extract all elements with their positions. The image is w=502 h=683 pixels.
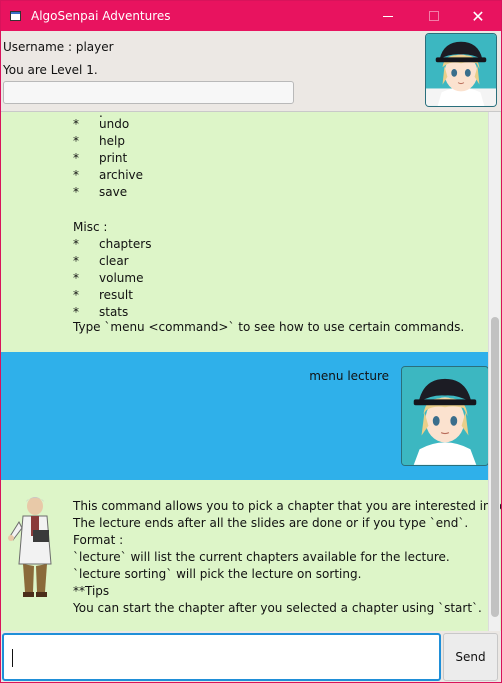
close-button[interactable]: ✕	[455, 1, 501, 31]
command-label: result	[99, 288, 133, 302]
text-caret	[12, 649, 13, 667]
bullet: *	[73, 288, 79, 302]
bullet: *	[73, 254, 79, 268]
level-label: You are Level 1.	[3, 63, 98, 77]
bot-message-row: This command allows you to pick a chapte…	[1, 480, 501, 631]
bot-message-command-list: . * undo * help * print * archive * save Misc : *…	[1, 112, 488, 352]
command-list-item: * archive	[73, 168, 143, 185]
send-button[interactable]: Send	[443, 633, 498, 681]
command-label: stats	[99, 305, 129, 319]
player-header: Username : player You are Level 1.	[1, 31, 501, 111]
command-list-item: * chapters	[73, 237, 151, 254]
level-progress-bar	[3, 81, 294, 104]
command-list-item: * undo	[73, 117, 129, 134]
bullet: *	[73, 168, 79, 182]
bot-response-line: This command allows you to pick a chapte…	[73, 499, 501, 513]
window-title: AlgoSenpai Adventures	[31, 9, 171, 23]
command-list-item: * clear	[73, 254, 129, 271]
user-message-text: menu lecture	[309, 369, 389, 383]
professor-icon	[8, 497, 52, 597]
title-bar[interactable]: AlgoSenpai Adventures ✕	[1, 1, 501, 31]
command-list-item: * print	[73, 151, 127, 168]
command-list-item: * save	[73, 185, 127, 202]
dialog-scrollbar-thumb[interactable]	[491, 317, 499, 617]
bullet: *	[73, 117, 79, 131]
bot-response-line: **Tips	[73, 584, 110, 598]
player-avatar	[425, 33, 497, 107]
command-input[interactable]	[2, 633, 441, 681]
player-avatar-icon	[426, 34, 496, 106]
input-bar: Send	[1, 631, 501, 682]
command-label: help	[99, 134, 125, 148]
bot-response-line: You can start the chapter after you sele…	[73, 601, 482, 615]
bot-response-line: Format :	[73, 533, 124, 547]
bullet: *	[73, 305, 79, 319]
user-message-row: menu lecture	[1, 352, 489, 480]
misc-heading: Misc :	[73, 220, 108, 234]
bullet: *	[73, 185, 79, 199]
bullet: *	[73, 134, 79, 148]
user-avatar	[401, 366, 489, 466]
bullet: *	[73, 151, 79, 165]
username-label: Username : player	[3, 40, 114, 54]
command-label: chapters	[99, 237, 152, 251]
command-list-item: * help	[73, 134, 125, 151]
dialog-scrollbar[interactable]	[488, 112, 500, 631]
bot-response-line: `lecture sorting` will pick the lecture …	[73, 567, 362, 581]
menu-hint: Type `menu <command>` to see how to use …	[73, 320, 465, 334]
command-label: archive	[99, 168, 144, 182]
command-label: save	[99, 185, 128, 199]
bot-response-line: The lecture ends after all the slides ar…	[73, 516, 469, 530]
minimize-icon	[383, 15, 393, 17]
maximize-button[interactable]	[411, 1, 457, 31]
command-label: volume	[99, 271, 144, 285]
command-label: undo	[99, 117, 130, 131]
user-avatar-icon	[402, 367, 488, 465]
app-window: AlgoSenpai Adventures ✕ Username : playe…	[0, 0, 502, 683]
close-icon: ✕	[471, 6, 485, 26]
command-label: clear	[99, 254, 129, 268]
command-label: print	[99, 151, 128, 165]
professor-avatar	[5, 492, 61, 604]
command-list-item: * result	[73, 288, 133, 305]
bot-response-line: `lecture` will list the current chapters…	[73, 550, 450, 564]
maximize-icon	[429, 11, 439, 21]
app-icon	[10, 11, 21, 21]
command-list-item: * volume	[73, 271, 143, 288]
bullet: *	[73, 271, 79, 285]
minimize-button[interactable]	[365, 1, 411, 31]
dialog-container[interactable]: . * undo * help * print * archive * save Misc : *…	[1, 111, 501, 631]
bullet: *	[73, 237, 79, 251]
